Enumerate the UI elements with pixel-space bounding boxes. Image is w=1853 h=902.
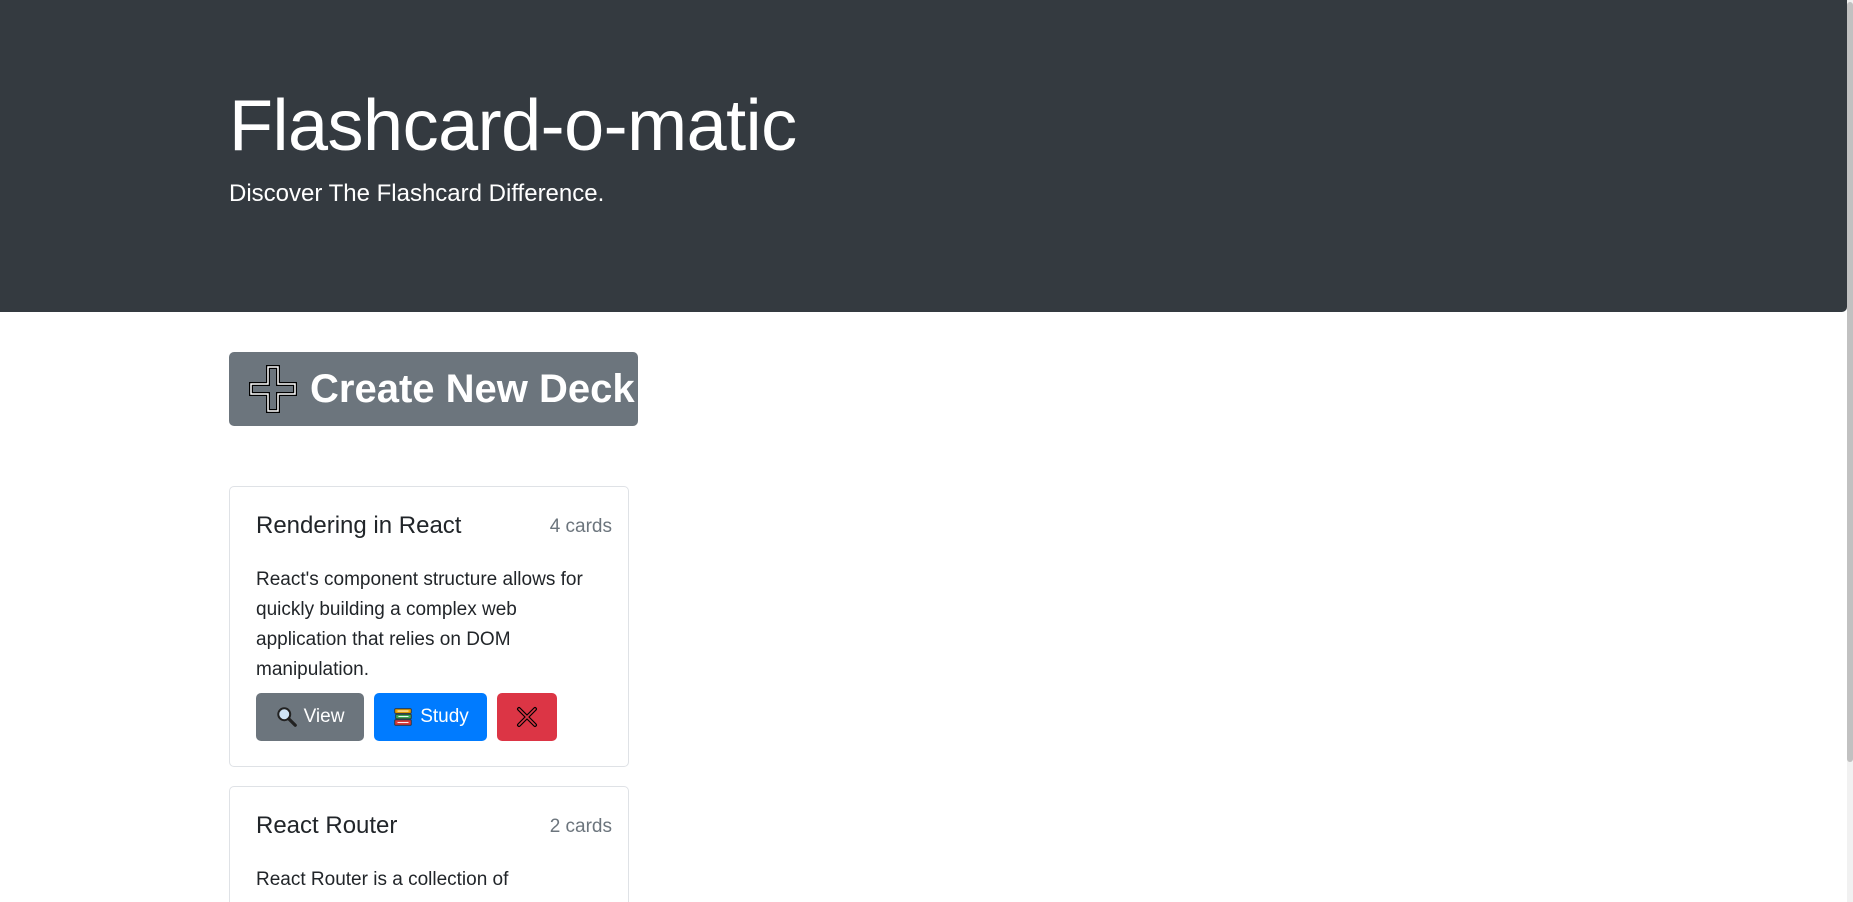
books-icon [394, 708, 412, 726]
deck-name: Rendering in React [256, 512, 462, 539]
app-viewport: Flashcard-o-matic Discover The Flashcard… [0, 0, 1853, 902]
deck-description: React Router is a collection of [256, 869, 509, 890]
header-jumbotron: Flashcard-o-matic Discover The Flashcard… [0, 0, 1847, 312]
view-button-label: View [303, 706, 345, 727]
app-title: Flashcard-o-matic [229, 86, 797, 166]
create-deck-label: Create New Deck [310, 367, 635, 411]
app-subtitle: Discover The Flashcard Difference. [229, 180, 605, 207]
study-button-label: Study [420, 706, 469, 727]
delete-deck-button[interactable] [497, 693, 557, 741]
deck-card-count: 2 cards [549, 816, 612, 837]
create-deck-button[interactable]: Create New Deck [229, 352, 638, 426]
scrollbar-thumb[interactable] [1847, 2, 1853, 762]
close-icon [517, 707, 537, 727]
deck-actions: View Study [256, 693, 557, 741]
view-deck-button[interactable]: View [256, 693, 364, 741]
deck-name: React Router [256, 812, 398, 839]
deck-card: React Router 2 cards React Router is a c… [229, 786, 629, 902]
magnifier-icon [276, 707, 297, 727]
page-scrollbar[interactable] [1847, 0, 1853, 902]
deck-card-count: 4 cards [549, 516, 612, 537]
deck-card: Rendering in React 4 cards React's compo… [229, 486, 629, 767]
study-deck-button[interactable]: Study [374, 693, 487, 741]
plus-icon [249, 365, 297, 413]
deck-description: React's component structure allows for q… [256, 569, 583, 680]
